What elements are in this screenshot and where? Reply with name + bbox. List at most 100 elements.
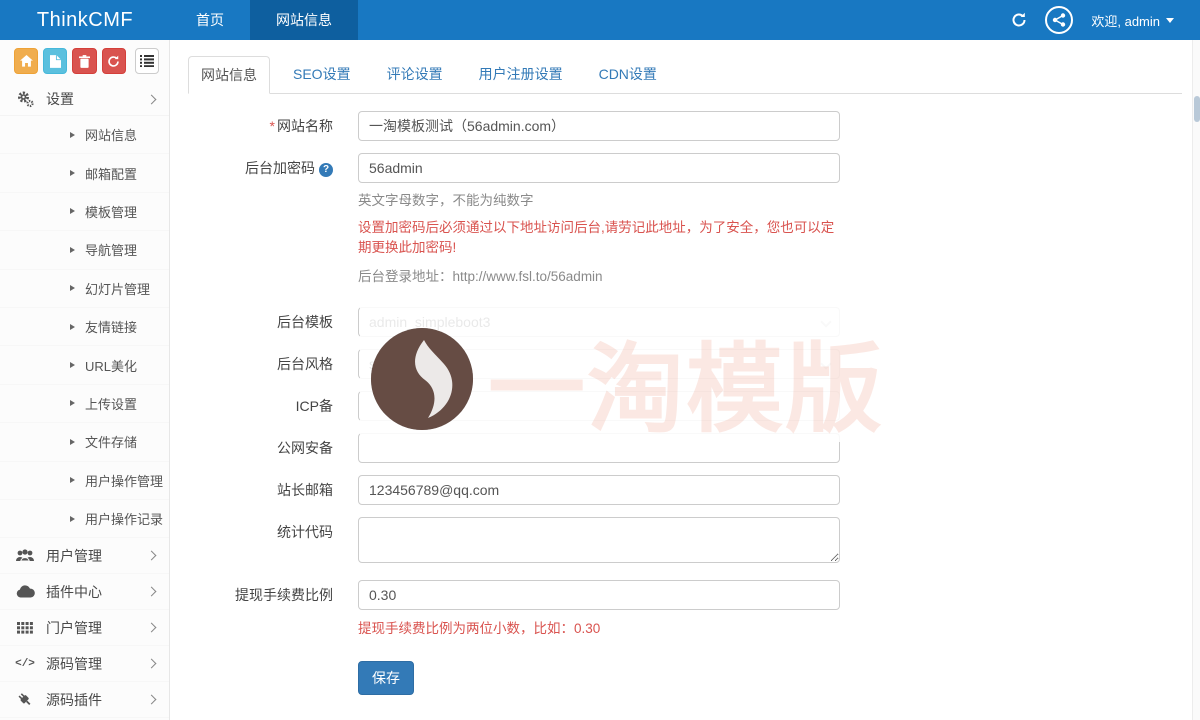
plug-icon — [14, 692, 36, 708]
tab-site-info[interactable]: 网站信息 — [188, 56, 270, 94]
field-label: 后台模板 — [188, 307, 358, 337]
analytics-code-textarea[interactable] — [358, 517, 840, 563]
top-nav: 首页 网站信息 — [170, 0, 358, 40]
field-label: *网站名称 — [188, 111, 358, 141]
sidebar-item-label: URL美化 — [85, 356, 137, 375]
sidebar-item-slideshow-manage[interactable]: 幻灯片管理 — [0, 270, 169, 308]
sidebar-group-source-manage[interactable]: </> 源码管理 — [0, 646, 169, 682]
sidebar-item-label: 用户操作记录 — [85, 509, 163, 528]
welcome-text: 欢迎, admin — [1091, 11, 1160, 30]
avatar[interactable] — [1045, 6, 1073, 34]
sidebar-item-upload-settings[interactable]: 上传设置 — [0, 385, 169, 423]
required-mark: * — [270, 118, 275, 134]
scrollbar-thumb[interactable] — [1194, 96, 1200, 122]
sidebar-group-label: 用户管理 — [46, 546, 102, 566]
chevron-right-icon — [147, 659, 157, 669]
chevron-right-icon — [147, 587, 157, 597]
sidebar-toolbar — [0, 40, 169, 80]
sidebar-item-site-info[interactable]: 网站信息 — [0, 116, 169, 154]
withdraw-fee-input[interactable] — [358, 580, 840, 610]
field-label: 公网安备 — [188, 433, 358, 463]
triangle-marker-icon — [70, 170, 75, 176]
icp-input[interactable] — [358, 391, 840, 421]
users-icon — [14, 549, 36, 563]
triangle-marker-icon — [70, 362, 75, 368]
sidebar-group-plugin-center[interactable]: 插件中心 — [0, 574, 169, 610]
admin-style-select[interactable] — [358, 349, 840, 379]
chevron-right-icon — [147, 695, 157, 705]
tab-user-register-settings[interactable]: 用户注册设置 — [466, 55, 576, 93]
sidebar-group-label: 插件中心 — [46, 582, 102, 602]
topnav-item-site-info[interactable]: 网站信息 — [250, 0, 358, 40]
topnav-item-home[interactable]: 首页 — [170, 0, 250, 40]
chevron-right-icon — [147, 94, 157, 104]
triangle-marker-icon — [70, 247, 75, 253]
sidebar-item-template-manage[interactable]: 模板管理 — [0, 193, 169, 231]
sidebar-item-label: 导航管理 — [85, 240, 137, 259]
sidebar-group-settings[interactable]: 设置 — [0, 83, 169, 116]
password-helper-text: 英文字母数字，不能为纯数字 — [358, 189, 840, 209]
sidebar-item-user-action-log[interactable]: 用户操作记录 — [0, 500, 169, 538]
help-icon[interactable]: ? — [319, 163, 333, 177]
chevron-right-icon — [147, 623, 157, 633]
cloud-icon — [14, 585, 36, 598]
sidebar-item-user-action-manage[interactable]: 用户操作管理 — [0, 462, 169, 500]
main-content: 网站信息 SEO设置 评论设置 用户注册设置 CDN设置 *网站名称 后台加密码… — [170, 40, 1192, 720]
form-row-site-name: *网站名称 — [188, 111, 1182, 141]
password-warning-text: 设置加密码后必须通过以下地址访问后台,请劳记此地址，为了安全，您也可以定期更换此… — [358, 218, 838, 258]
site-info-form: *网站名称 后台加密码? 英文字母数字，不能为纯数字 设置加密码后必须通过以下地… — [188, 111, 1182, 695]
content-tabs: 网站信息 SEO设置 评论设置 用户注册设置 CDN设置 — [188, 60, 1182, 94]
triangle-marker-icon — [70, 516, 75, 522]
sidebar-item-label: 模板管理 — [85, 202, 137, 221]
sidebar-item-url-beautify[interactable]: URL美化 — [0, 346, 169, 384]
triangle-marker-icon — [70, 439, 75, 445]
sidebar-group-label: 门户管理 — [46, 618, 102, 638]
save-button[interactable]: 保存 — [358, 661, 414, 695]
refresh-icon[interactable] — [1011, 12, 1027, 28]
sidebar-item-label: 上传设置 — [85, 394, 137, 413]
top-header: ThinkCMF 首页 网站信息 欢迎, admin — [0, 0, 1200, 40]
sidebar-item-friendly-links[interactable]: 友情链接 — [0, 308, 169, 346]
user-menu[interactable]: 欢迎, admin — [1091, 11, 1174, 30]
form-row-icp: ICP备 — [188, 391, 1182, 421]
sidebar-item-file-storage[interactable]: 文件存储 — [0, 423, 169, 461]
code-icon: </> — [14, 658, 36, 670]
field-label: 后台风格 — [188, 349, 358, 379]
admin-password-input[interactable] — [358, 153, 840, 183]
form-row-admin-email: 站长邮箱 — [188, 475, 1182, 505]
triangle-marker-icon — [70, 208, 75, 214]
field-label: ICP备 — [188, 391, 358, 421]
tab-comment-settings[interactable]: 评论设置 — [374, 55, 456, 93]
public-security-input[interactable] — [358, 433, 840, 463]
sidebar-group-source-plugin[interactable]: 源码插件 — [0, 682, 169, 718]
tab-seo-settings[interactable]: SEO设置 — [280, 55, 364, 93]
trash-button[interactable] — [72, 48, 96, 74]
sidebar-group-label: 源码插件 — [46, 690, 102, 710]
site-name-input[interactable] — [358, 111, 840, 141]
form-row-admin-style: 后台风格 — [188, 349, 1182, 379]
triangle-marker-icon — [70, 285, 75, 291]
triangle-marker-icon — [70, 400, 75, 406]
sidebar-item-mailbox-config[interactable]: 邮箱配置 — [0, 154, 169, 192]
file-button[interactable] — [43, 48, 67, 74]
page-scrollbar[interactable] — [1192, 40, 1200, 720]
field-label: 站长邮箱 — [188, 475, 358, 505]
admin-email-input[interactable] — [358, 475, 840, 505]
sidebar-item-nav-manage[interactable]: 导航管理 — [0, 231, 169, 269]
caret-down-icon — [1166, 18, 1174, 23]
list-toggle-button[interactable] — [135, 48, 159, 74]
sidebar-item-label: 网站信息 — [85, 125, 137, 144]
form-row-analytics-code: 统计代码 — [188, 517, 1182, 568]
gears-icon — [14, 90, 36, 108]
brand-logo[interactable]: ThinkCMF — [0, 0, 170, 40]
tab-cdn-settings[interactable]: CDN设置 — [586, 55, 670, 93]
form-row-admin-template: 后台模板 — [188, 307, 1182, 337]
admin-template-select[interactable] — [358, 307, 840, 337]
sidebar-item-label: 邮箱配置 — [85, 164, 137, 183]
field-label: 提现手续费比例 — [188, 580, 358, 637]
withdraw-fee-error-text: 提现手续费比例为两位小数，比如：0.30 — [358, 617, 840, 637]
sidebar-group-portal-manage[interactable]: 门户管理 — [0, 610, 169, 646]
sidebar-group-user-manage[interactable]: 用户管理 — [0, 538, 169, 574]
home-button[interactable] — [14, 48, 38, 74]
clear-cache-button[interactable] — [102, 48, 126, 74]
